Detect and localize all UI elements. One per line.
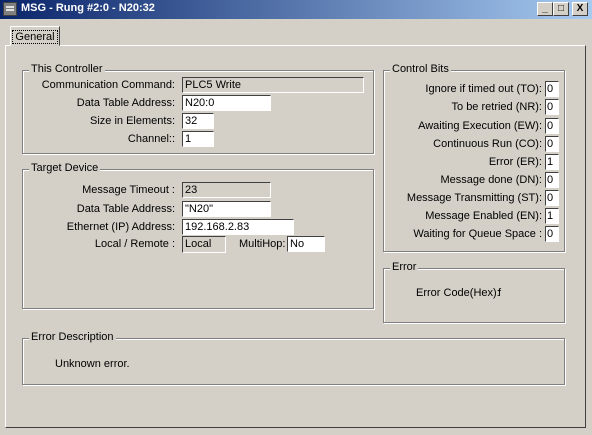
this-controller-title: This Controller: [29, 63, 105, 75]
control-bit-label: Error (ER):: [488, 156, 542, 168]
multihop-input[interactable]: No: [287, 236, 325, 252]
size-in-elements-input[interactable]: 32: [182, 113, 214, 129]
control-bit-value[interactable]: 0: [545, 190, 559, 206]
message-timeout-field[interactable]: 23: [182, 182, 271, 198]
communication-command-field[interactable]: PLC5 Write: [182, 77, 364, 93]
data-table-address-input[interactable]: N20:0: [182, 95, 271, 111]
minimize-button[interactable]: _: [537, 2, 553, 16]
target-data-table-address-label: Data Table Address:: [76, 203, 175, 215]
control-bit-label: To be retried (NR):: [451, 101, 542, 113]
multihop-label: MultiHop:: [239, 238, 286, 250]
close-icon: X: [576, 3, 584, 14]
target-device-title: Target Device: [29, 162, 101, 174]
error-description-text: Unknown error.: [55, 358, 130, 370]
size-in-elements-label: Size in Elements:: [90, 115, 175, 127]
control-bit-value[interactable]: 0: [545, 136, 559, 152]
target-data-table-address-input[interactable]: "N20": [182, 201, 271, 217]
control-bit-label: Awaiting Execution (EW):: [418, 120, 542, 132]
ethernet-address-input[interactable]: 192.168.2.83: [182, 219, 294, 235]
error-description-title: Error Description: [29, 331, 116, 343]
title-bar: MSG - Rung #2:0 - N20:32 _ □ X: [0, 0, 592, 19]
control-bit-label: Ignore if timed out (TO):: [425, 83, 542, 95]
message-timeout-label: Message Timeout :: [82, 184, 175, 196]
control-bit-value[interactable]: 1: [545, 208, 559, 224]
data-table-address-label: Data Table Address:: [76, 97, 175, 109]
close-button[interactable]: X: [572, 2, 588, 16]
control-bit-value[interactable]: 0: [545, 99, 559, 115]
channel-input[interactable]: 1: [182, 131, 214, 147]
control-bit-label: Message done (DN):: [440, 174, 543, 186]
rslogix-app-icon[interactable]: [3, 2, 17, 16]
error-code-label: Error Code(Hex):: [416, 287, 500, 299]
ethernet-address-label: Ethernet (IP) Address:: [66, 221, 175, 233]
tab-general[interactable]: General: [10, 26, 60, 46]
control-bit-value[interactable]: 0: [545, 81, 559, 97]
control-bit-value[interactable]: 0: [545, 172, 559, 188]
channel-label: Channel::: [127, 133, 175, 145]
control-bit-value[interactable]: 0: [545, 118, 559, 134]
communication-command-label: Communication Command:: [41, 79, 175, 91]
control-bit-label: Message Transmitting (ST):: [406, 192, 542, 204]
tab-general-label: General: [12, 30, 58, 44]
local-remote-label: Local / Remote :: [94, 238, 175, 250]
maximize-icon: □: [557, 3, 565, 14]
local-remote-field[interactable]: Local: [182, 236, 226, 253]
control-bit-label: Message Enabled (EN):: [425, 210, 542, 222]
control-bits-title: Control Bits: [390, 63, 451, 75]
maximize-button[interactable]: □: [553, 2, 569, 16]
error-title: Error: [390, 261, 419, 273]
control-bit-label: Continuous Run (CO):: [433, 138, 542, 150]
window-title: MSG - Rung #2:0 - N20:32: [21, 2, 155, 14]
control-bit-value[interactable]: 0: [545, 226, 559, 242]
control-bit-value[interactable]: 1: [545, 154, 559, 170]
error-code-value: f: [498, 287, 502, 299]
minimize-icon: _: [542, 3, 548, 14]
control-bit-label: Waiting for Queue Space :: [413, 228, 542, 240]
